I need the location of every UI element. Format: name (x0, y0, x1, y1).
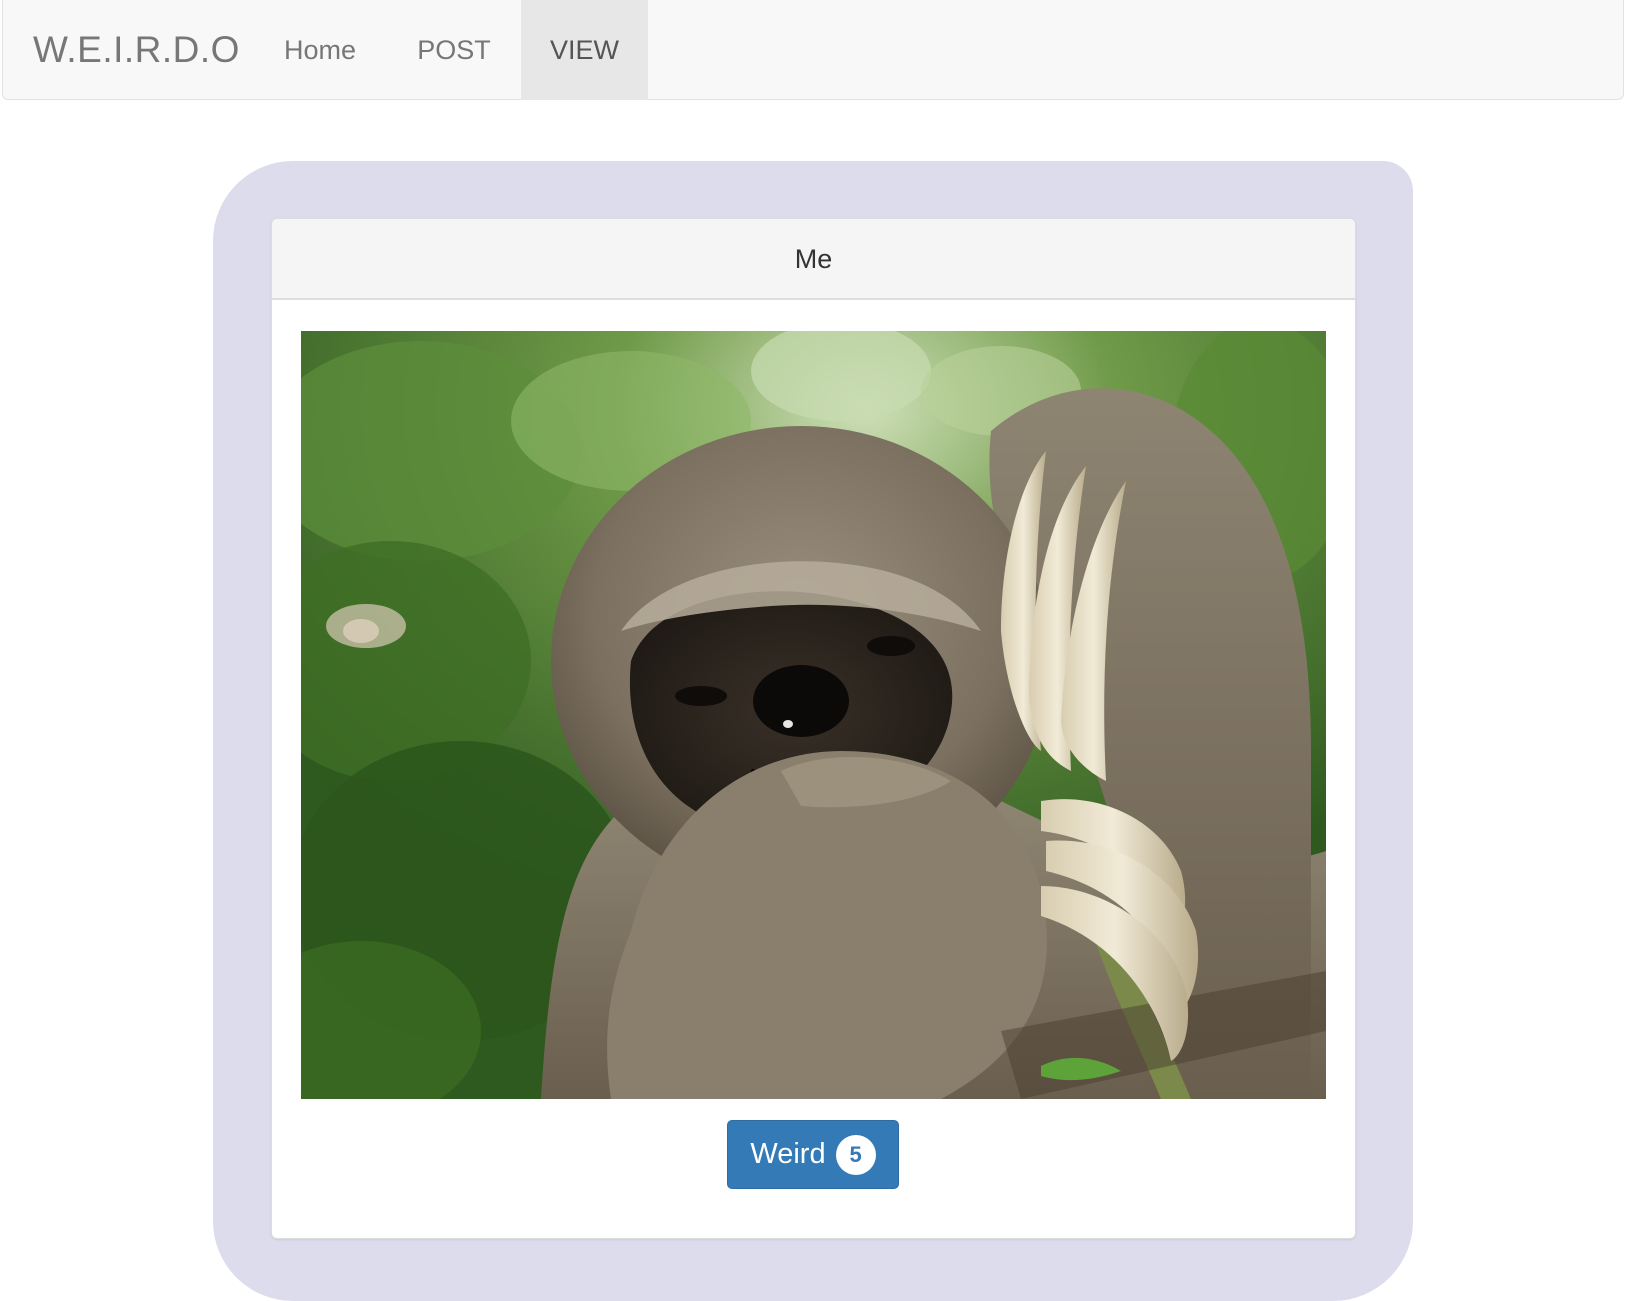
post-panel: Me Weird 5 (271, 218, 1356, 1239)
weird-count-badge: 5 (835, 1134, 876, 1175)
brand-logo-link[interactable]: W.E.I.R.D.O (33, 0, 240, 100)
top-navbar: W.E.I.R.D.O Home POST VIEW (2, 0, 1624, 100)
post-title: Me (272, 219, 1355, 300)
weird-vote-button[interactable]: Weird 5 (727, 1120, 899, 1189)
nav-view-link-active[interactable]: VIEW (521, 0, 648, 100)
post-image-sloth (301, 331, 1326, 1099)
weird-button-label: Weird (750, 1138, 826, 1170)
nav-home-link[interactable]: Home (253, 0, 387, 100)
nav-post-link[interactable]: POST (387, 0, 521, 100)
